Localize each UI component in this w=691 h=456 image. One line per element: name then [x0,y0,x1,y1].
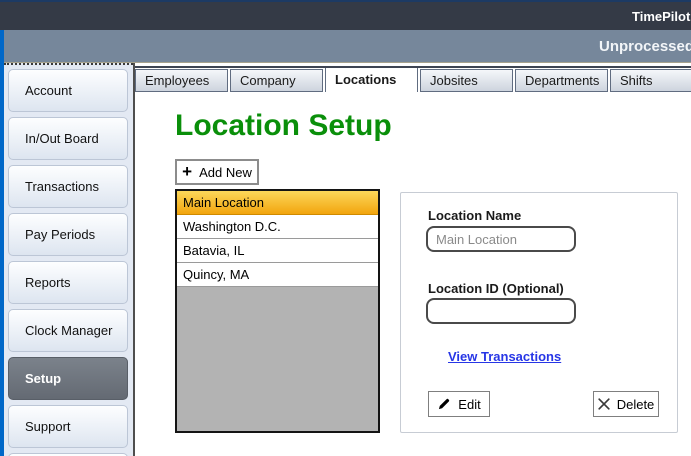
sidebar-item-support[interactable]: Support [8,405,128,448]
delete-button[interactable]: Delete [593,391,659,417]
plus-icon: + [182,163,192,180]
sidebar-item-label: Account [25,83,72,98]
location-row[interactable]: Batavia, IL [177,239,378,263]
sidebar-item-account[interactable]: Account [8,69,128,112]
location-id-input[interactable] [426,298,576,324]
sidebar-item-clock-manager[interactable]: Clock Manager [8,309,128,352]
tab-company[interactable]: Company [230,69,323,92]
sidebar-nav: Account In/Out Board Transactions Pay Pe… [4,63,133,456]
window-titlebar: TimePilot [0,0,691,30]
sidebar-item-label: In/Out Board [25,131,99,146]
location-setup-content: Location Setup + Add New Main Location W… [135,109,691,433]
page-title: Location Setup [175,109,691,143]
edit-button[interactable]: Edit [428,391,490,417]
location-row-selected[interactable]: Main Location [177,191,378,215]
sidebar-item-setup[interactable]: Setup [8,357,128,400]
view-transactions-link[interactable]: View Transactions [448,349,561,364]
main-area: Employees Company Locations Jobsites Dep… [133,63,691,456]
tab-departments[interactable]: Departments [515,69,608,92]
location-name-label: Location Name [428,208,521,223]
sidebar-item-label: Setup [25,371,61,386]
tab-shifts[interactable]: Shifts [610,69,691,92]
tab-label: Company [240,73,296,88]
sidebar-item-label: Pay Periods [25,227,95,242]
location-row[interactable]: Quincy, MA [177,263,378,287]
sidebar-item-label: Support [25,419,71,434]
pencil-icon [437,397,451,411]
sidebar-item-transactions[interactable]: Transactions [8,165,128,208]
tab-label: Shifts [620,73,653,88]
locations-list: Main Location Washington D.C. Batavia, I… [175,189,380,433]
location-row[interactable]: Washington D.C. [177,215,378,239]
app-title: TimePilot [632,9,690,24]
page-header-bar: Unprocessed [4,30,691,63]
add-new-button[interactable]: + Add New [175,159,259,185]
sidebar-item-label: Transactions [25,179,99,194]
setup-tabbar: Employees Company Locations Jobsites Dep… [135,66,691,92]
tab-jobsites[interactable]: Jobsites [420,69,513,92]
tab-employees[interactable]: Employees [135,69,228,92]
location-name-input[interactable] [426,226,576,252]
add-new-label: Add New [199,165,252,180]
edit-label: Edit [458,397,480,412]
sidebar-item-inout-board[interactable]: In/Out Board [8,117,128,160]
location-detail-panel: Location Name Location ID (Optional) Vie… [400,192,678,433]
location-id-label: Location ID (Optional) [428,281,564,296]
tab-label: Jobsites [430,73,478,88]
sidebar-item-label: Reports [25,275,71,290]
sidebar-item-label: Clock Manager [25,323,112,338]
sidebar-item-reports[interactable]: Reports [8,261,128,304]
x-icon [598,398,610,410]
tab-locations[interactable]: Locations [325,66,418,92]
sidebar-item-pay-periods[interactable]: Pay Periods [8,213,128,256]
tab-label: Locations [335,72,396,87]
delete-label: Delete [617,397,655,412]
tab-label: Employees [145,73,209,88]
tab-label: Departments [525,73,599,88]
header-title: Unprocessed [599,38,691,55]
